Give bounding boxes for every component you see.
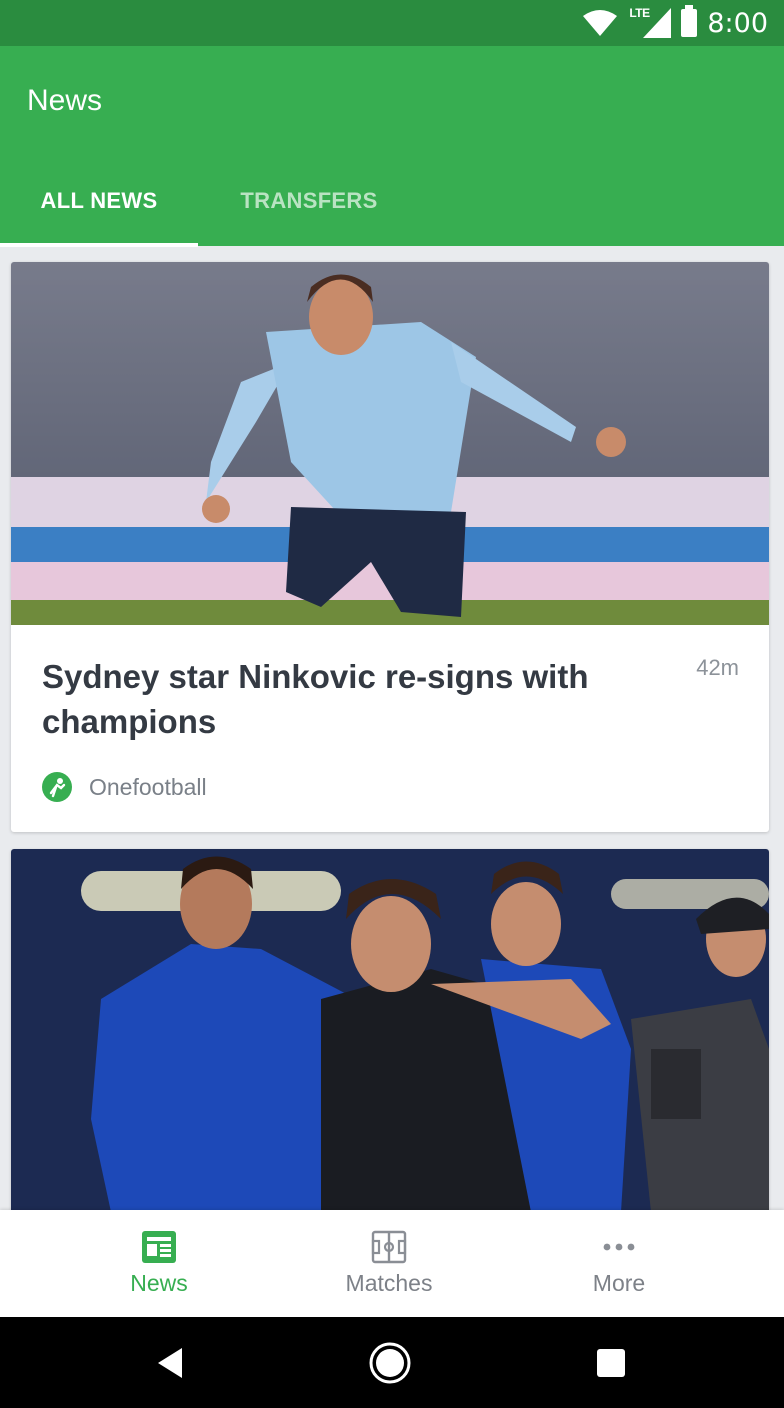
- bottom-navigation: News Matches More: [0, 1210, 784, 1317]
- nav-more[interactable]: More: [519, 1210, 719, 1317]
- nav-news[interactable]: News: [59, 1210, 259, 1317]
- clock: 8:00: [707, 7, 768, 39]
- nav-matches[interactable]: Matches: [289, 1210, 489, 1317]
- news-card[interactable]: [11, 849, 769, 1210]
- article-source: Onefootball: [42, 772, 207, 802]
- nav-news-label: News: [130, 1270, 188, 1296]
- app-bar: News ALL NEWS TRANSFERS: [0, 46, 784, 247]
- tab-transfers[interactable]: TRANSFERS: [198, 156, 420, 246]
- more-dots-icon: [603, 1243, 635, 1251]
- system-navigation-bar: [0, 1317, 784, 1408]
- article-image[interactable]: [11, 262, 769, 625]
- tab-bar: ALL NEWS TRANSFERS: [0, 156, 784, 247]
- page-title: News: [27, 84, 103, 117]
- nav-matches-label: Matches: [345, 1270, 433, 1296]
- status-bar: LTE 8:00: [0, 0, 784, 46]
- onefootball-logo-icon: [42, 772, 72, 802]
- wifi-icon: [583, 10, 618, 36]
- recent-apps-icon[interactable]: [588, 1340, 634, 1386]
- tab-all-news[interactable]: ALL NEWS: [0, 156, 198, 246]
- pitch-icon: [371, 1230, 407, 1264]
- article-image[interactable]: [11, 849, 769, 1210]
- back-icon[interactable]: [148, 1340, 194, 1386]
- source-name: Onefootball: [89, 773, 207, 800]
- nav-more-label: More: [592, 1270, 646, 1296]
- home-icon[interactable]: [367, 1340, 413, 1386]
- news-card[interactable]: Sydney star Ninkovic re-signs with champ…: [11, 262, 769, 832]
- signal-icon: LTE: [627, 6, 672, 38]
- battery-icon: [681, 5, 698, 37]
- article-time: 42m: [696, 655, 739, 680]
- news-feed[interactable]: Sydney star Ninkovic re-signs with champ…: [0, 246, 784, 1210]
- article-title[interactable]: Sydney star Ninkovic re-signs with champ…: [42, 654, 622, 744]
- news-icon: [142, 1231, 176, 1263]
